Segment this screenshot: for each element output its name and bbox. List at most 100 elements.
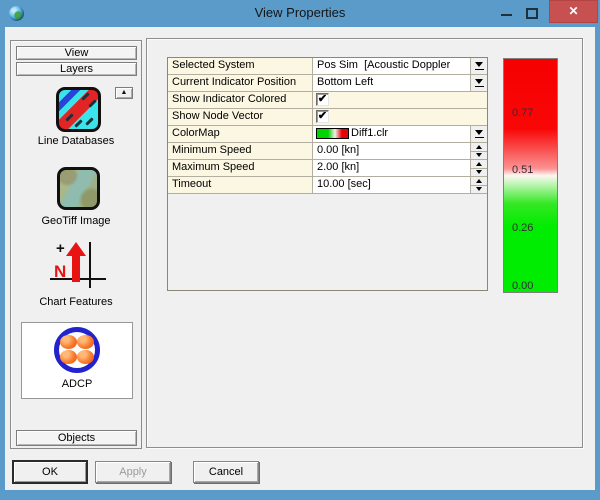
scale-tick-label: 0.26	[512, 222, 534, 234]
triangle-down-icon	[476, 170, 482, 175]
colormap-dropdown[interactable]: Diff1.clr	[313, 126, 487, 142]
adcp-beam-lobe	[60, 350, 77, 364]
maximum-speed-field[interactable]: 2.00 [kn]	[313, 160, 487, 176]
minimum-speed-field[interactable]: 0.00 [kn]	[313, 143, 487, 159]
property-label: Timeout	[168, 177, 313, 193]
scale-tick-label: 0.77	[512, 107, 534, 119]
north-letter: N	[54, 262, 67, 281]
dropdown-underline	[474, 69, 484, 70]
view-tab-button[interactable]: View	[16, 46, 137, 60]
maximize-icon	[526, 8, 538, 19]
adcp-icon	[54, 327, 100, 373]
close-button[interactable]: ✕	[549, 0, 598, 23]
sidebar: View Layers ▲ Line Databases GeoTiff Ima…	[10, 40, 142, 449]
spinner-up-button[interactable]	[471, 160, 487, 169]
layer-label-adcp: ADCP	[61, 378, 93, 390]
timeout-value[interactable]: 10.00 [sec]	[313, 177, 371, 193]
minimize-icon	[501, 14, 512, 16]
property-row-timeout: Timeout 10.00 [sec]	[168, 177, 487, 194]
property-label: Selected System	[168, 58, 313, 74]
dash-mark	[81, 92, 90, 101]
property-row-selected-system: Selected System Pos Sim [Acoustic Dopple…	[168, 58, 487, 75]
minimum-speed-spinner[interactable]	[470, 143, 487, 159]
property-label: Current Indicator Position	[168, 75, 313, 91]
speed-color-scale: 0.77 0.51 0.26 0.00	[503, 58, 558, 293]
spinner-down-button[interactable]	[471, 152, 487, 160]
colormap-gradient-swatch	[316, 128, 349, 139]
cancel-button[interactable]: Cancel	[193, 461, 259, 483]
chart-features-icon[interactable]: + N	[48, 240, 108, 292]
maximum-speed-value[interactable]: 2.00 [kn]	[313, 160, 359, 176]
chevron-down-icon	[475, 79, 483, 84]
chevron-down-icon	[475, 62, 483, 67]
dash-mark	[85, 117, 94, 126]
property-row-maximum-speed: Maximum Speed 2.00 [kn]	[168, 160, 487, 177]
north-arrow-shaft	[72, 254, 80, 282]
chevron-down-icon	[475, 130, 483, 135]
timeout-spinner[interactable]	[470, 177, 487, 193]
property-row-minimum-speed: Minimum Speed 0.00 [kn]	[168, 143, 487, 160]
objects-tab-button[interactable]: Objects	[16, 430, 137, 446]
dropdown-underline	[474, 137, 484, 138]
scale-tick-label: 0.00	[512, 280, 534, 292]
apply-button: Apply	[95, 461, 171, 483]
property-label: Show Indicator Colored	[168, 92, 313, 108]
indicator-position-dropdown[interactable]: Bottom Left	[313, 75, 487, 91]
property-label: Show Node Vector	[168, 109, 313, 125]
property-row-current-indicator-position: Current Indicator Position Bottom Left	[168, 75, 487, 92]
minimize-button[interactable]	[496, 6, 516, 22]
layer-label-chart-features: Chart Features	[39, 296, 113, 308]
colormap-value[interactable]: Diff1.clr	[350, 126, 388, 142]
selected-system-value[interactable]: Pos Sim [Acoustic Doppler	[313, 58, 450, 74]
dash-mark	[88, 99, 97, 108]
timeout-field[interactable]: 10.00 [sec]	[313, 177, 487, 193]
dropdown-arrow-button[interactable]	[470, 126, 487, 142]
spinner-up-button[interactable]	[471, 177, 487, 186]
dropdown-arrow-button[interactable]	[470, 75, 487, 91]
show-indicator-colored-checkbox[interactable]: ✔	[316, 93, 329, 106]
indicator-position-value[interactable]: Bottom Left	[313, 75, 373, 91]
axis-vertical-line	[89, 242, 91, 288]
layer-label-geotiff-image: GeoTiff Image	[41, 215, 111, 227]
dash-mark	[65, 113, 74, 122]
triangle-down-icon	[476, 187, 482, 192]
line-databases-icon[interactable]	[56, 87, 101, 132]
adcp-beam-lobe	[77, 335, 94, 349]
property-grid: Selected System Pos Sim [Acoustic Dopple…	[167, 57, 488, 291]
scale-tick-label: 0.51	[512, 164, 534, 176]
spinner-up-button[interactable]	[471, 143, 487, 152]
ok-button[interactable]: OK	[13, 461, 87, 483]
property-row-show-indicator-colored: Show Indicator Colored ✔	[168, 92, 487, 109]
spinner-down-button[interactable]	[471, 186, 487, 194]
adcp-beam-lobe	[60, 335, 77, 349]
layer-label-line-databases: Line Databases	[37, 135, 115, 147]
geotiff-image-icon[interactable]	[57, 167, 100, 210]
titlebar[interactable]: View Properties ✕	[0, 0, 600, 27]
maximize-button[interactable]	[522, 6, 542, 22]
property-label: Minimum Speed	[168, 143, 313, 159]
triangle-down-icon	[476, 153, 482, 158]
spinner-down-button[interactable]	[471, 169, 487, 177]
property-grid-empty-area	[168, 194, 487, 289]
scroll-up-button[interactable]: ▲	[115, 87, 133, 99]
layers-tab-button[interactable]: Layers	[16, 62, 137, 76]
triangle-up-icon	[476, 178, 482, 183]
triangle-up-icon	[476, 161, 482, 166]
dropdown-underline	[474, 86, 484, 87]
north-arrow-head	[66, 242, 86, 256]
show-node-vector-checkbox[interactable]: ✔	[316, 110, 329, 123]
dropdown-arrow-button[interactable]	[470, 58, 487, 74]
dash-mark	[74, 119, 83, 128]
sidebar-item-adcp-selected[interactable]: ADCP	[21, 322, 133, 399]
property-label: ColorMap	[168, 126, 313, 142]
adcp-beam-lobe	[77, 350, 94, 364]
property-label: Maximum Speed	[168, 160, 313, 176]
minimum-speed-value[interactable]: 0.00 [kn]	[313, 143, 359, 159]
selected-system-dropdown[interactable]: Pos Sim [Acoustic Doppler	[313, 58, 487, 74]
properties-panel: Selected System Pos Sim [Acoustic Dopple…	[146, 38, 583, 448]
property-row-colormap: ColorMap Diff1.clr	[168, 126, 487, 143]
plus-mark: +	[56, 240, 65, 257]
view-properties-dialog: View Properties ✕ View Layers ▲ Line Dat…	[0, 0, 600, 500]
property-row-show-node-vector: Show Node Vector ✔	[168, 109, 487, 126]
maximum-speed-spinner[interactable]	[470, 160, 487, 176]
